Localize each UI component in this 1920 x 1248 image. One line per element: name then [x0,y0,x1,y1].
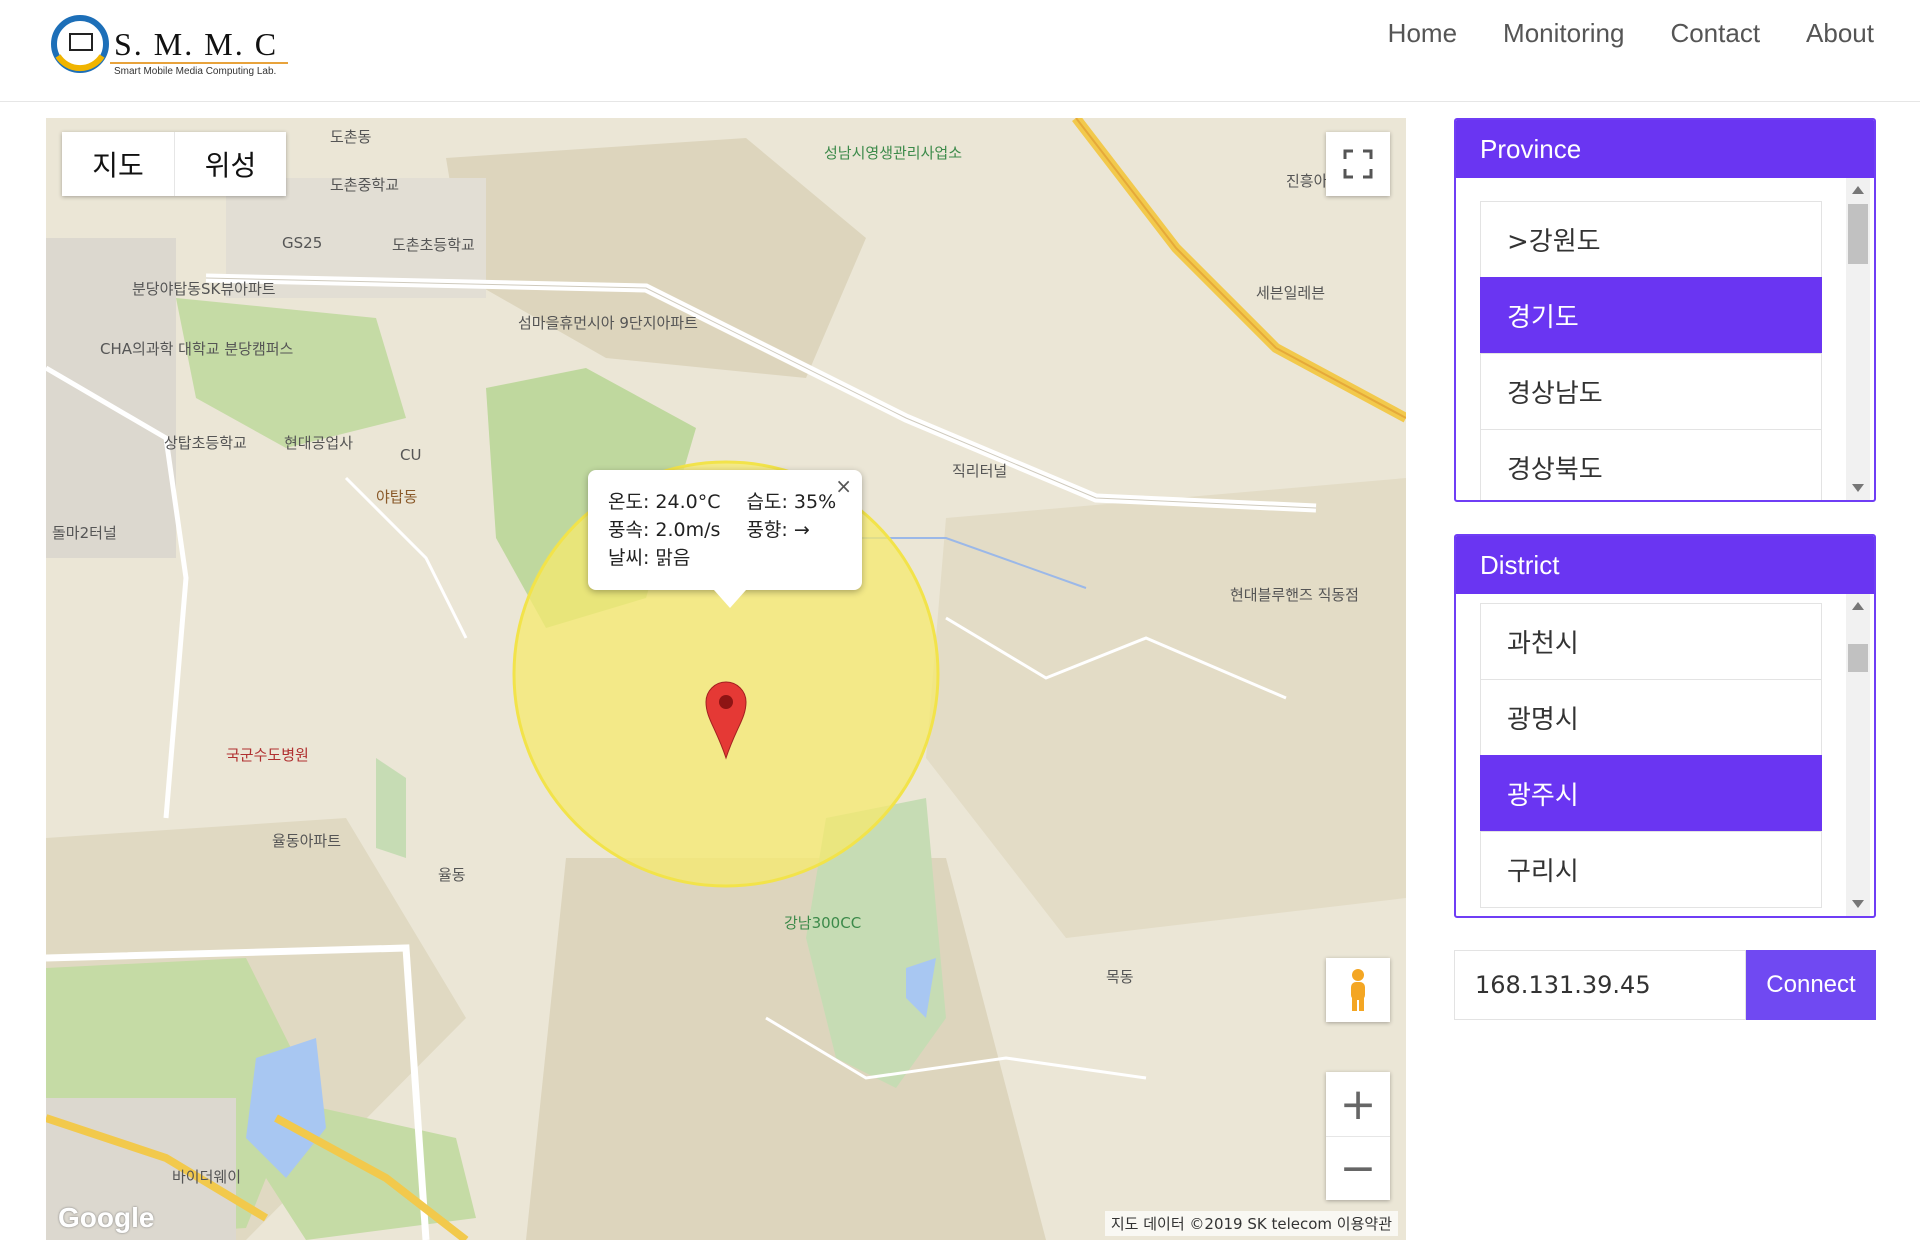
map-label: 세븐일레븐 [1256,284,1325,302]
map-label: 율동 [438,866,466,884]
district-title: District [1456,536,1874,594]
map-label: 현대블루핸즈 직동점 [1230,586,1359,604]
humidity-label: 습도: [746,491,788,513]
province-title: Province [1456,120,1874,178]
province-scrollbar[interactable] [1846,178,1870,500]
weather-label: 날씨: [608,547,650,569]
map-type-control: 지도 위성 [62,132,286,196]
logo-subtitle: Smart Mobile Media Computing Lab. [114,66,277,77]
logo-rule [110,62,288,64]
scroll-down-icon[interactable] [1852,484,1864,492]
scroll-up-icon[interactable] [1852,186,1864,194]
map-label: 도촌중학교 [330,176,399,194]
map-label: 도촌동 [330,128,372,146]
pegman-icon [1351,969,1365,1011]
connect-button[interactable]: Connect [1746,950,1876,1020]
province-item[interactable]: >강원도 [1480,201,1822,278]
map-type-map-button[interactable]: 지도 [62,132,174,196]
map-label: CHA의과학 대학교 분당캠퍼스 [100,340,294,358]
district-item[interactable]: 과천시 [1480,603,1822,680]
map-label: 강남300CC [784,914,861,932]
temp-label: 온도: [608,491,650,513]
weather-info-window: × 온도: 24.0°C 습도: 35% 풍속: 2.0m/s 풍향: → 날씨… [588,470,862,608]
logo-icon [51,15,109,73]
province-item-selected[interactable]: 경기도 [1480,277,1822,354]
main-nav: Home Monitoring Contact About [1388,18,1874,49]
connect-row: Connect [1454,950,1876,1020]
nav-about[interactable]: About [1806,18,1874,49]
map-label: 상탑초등학교 [164,434,247,452]
wind-label: 풍속: [608,519,650,541]
zoom-control: + − [1326,1072,1390,1200]
district-panel: District 과천시 광명시 광주시 구리시 [1454,534,1876,918]
map-label: 현대공업사 [284,434,353,452]
wind-value: 2.0m/s [655,519,721,541]
map-label: 직리터널 [952,462,1007,480]
map-label: 바이더웨이 [172,1168,241,1186]
direction-label: 풍향: [746,519,788,541]
scroll-thumb[interactable] [1848,204,1868,264]
map-attribution[interactable]: 지도 데이터 ©2019 SK telecom 이용약관 [1104,1211,1398,1236]
map-label: 분당야탑동SK뷰아파트 [132,280,276,298]
map-label: 국군수도병원 [226,746,309,764]
logo[interactable]: S. M. M. C Smart Mobile Media Computing … [48,10,288,84]
province-item[interactable]: 경상북도 [1480,429,1822,500]
district-item[interactable]: 구리시 [1480,831,1822,908]
scroll-up-icon[interactable] [1852,602,1864,610]
province-panel: Province >강원도 경기도 경상남도 경상북도 [1454,118,1876,502]
map-background[interactable]: 도촌동 도촌중학교 도촌초등학교 GS25 분당야탑동SK뷰아파트 CHA의과학… [46,118,1406,1240]
header: S. M. M. C Smart Mobile Media Computing … [0,0,1920,102]
map-label: 목동 [1106,968,1134,986]
map-label: 야탑동 [376,488,418,506]
map-type-satellite-button[interactable]: 위성 [174,132,286,196]
map-label: 도촌초등학교 [392,236,475,254]
direction-value: → [793,519,810,541]
google-logo: Google [58,1202,155,1233]
map-label: CU [400,446,421,464]
map-label: 돌마2터널 [52,524,117,542]
temp-value: 24.0°C [655,491,721,513]
province-list: >강원도 경기도 경상남도 경상북도 [1456,178,1874,500]
scroll-down-icon[interactable] [1852,900,1864,908]
humidity-value: 35% [793,491,837,513]
nav-monitoring[interactable]: Monitoring [1503,18,1624,49]
zoom-in-button[interactable]: + [1326,1072,1390,1136]
district-scrollbar[interactable] [1846,594,1870,916]
map[interactable]: 도촌동 도촌중학교 도촌초등학교 GS25 분당야탑동SK뷰아파트 CHA의과학… [46,118,1406,1240]
fullscreen-button[interactable] [1326,132,1390,196]
ip-address-input[interactable] [1454,950,1746,1020]
map-label: 성남시영생관리사업소 [824,144,962,162]
district-item-selected[interactable]: 광주시 [1480,755,1822,832]
nav-contact[interactable]: Contact [1670,18,1760,49]
weather-value: 맑음 [655,547,691,569]
province-item[interactable]: 경상남도 [1480,353,1822,430]
zoom-out-button[interactable]: − [1326,1136,1390,1200]
map-label: 섬마을휴먼시아 9단지아파트 [518,314,698,332]
close-icon[interactable]: × [835,474,852,498]
map-label: GS25 [282,234,322,252]
fullscreen-icon [1343,149,1373,179]
nav-home[interactable]: Home [1388,18,1457,49]
scroll-thumb[interactable] [1848,644,1868,672]
district-item[interactable]: 광명시 [1480,679,1822,756]
district-list: 과천시 광명시 광주시 구리시 [1456,594,1874,916]
logo-title: S. M. M. C [114,26,279,62]
street-view-button[interactable] [1326,958,1390,1022]
map-label: 율동아파트 [272,832,341,850]
